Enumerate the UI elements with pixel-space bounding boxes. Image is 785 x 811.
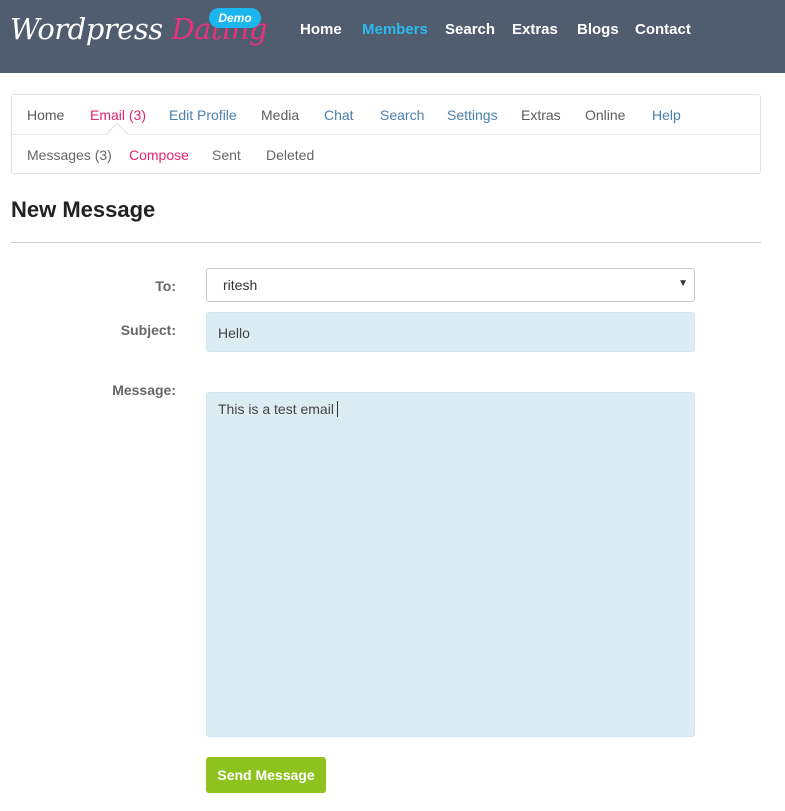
site-header: Wordpress Dating Demo Home Members Searc… [0,0,785,73]
send-message-button[interactable]: Send Message [206,757,326,793]
member-nav-extras[interactable]: Extras [521,107,561,123]
member-nav-media[interactable]: Media [261,107,299,123]
title-divider [11,242,761,243]
subject-input-value: Hello [218,325,250,341]
member-nav-help[interactable]: Help [652,107,681,123]
message-text: This is a test email [218,401,334,417]
to-label: To: [155,278,176,294]
member-nav-online[interactable]: Online [585,107,625,123]
page-title: New Message [11,197,156,222]
recipient-selected-value: ritesh [223,277,258,293]
topnav-members[interactable]: Members [362,21,428,41]
topnav-blogs[interactable]: Blogs [577,21,619,41]
email-nav-sent[interactable]: Sent [212,147,241,163]
message-textarea[interactable]: This is a test email [206,392,695,737]
member-nav-email[interactable]: Email (3) [90,107,146,123]
member-nav-edit-profile[interactable]: Edit Profile [169,107,237,123]
email-nav-compose[interactable]: Compose [129,147,189,163]
subject-input[interactable]: Hello [206,312,695,352]
text-cursor [336,401,338,417]
email-nav-messages[interactable]: Messages (3) [27,147,112,163]
active-tab-pointer [105,122,129,146]
member-nav-home[interactable]: Home [27,107,64,123]
dropdown-arrow-icon: ▼ [678,278,688,289]
member-navigation: Home Email (3) Edit Profile Media Chat S… [11,94,761,174]
message-textarea-value: This is a test email [218,401,338,417]
recipient-select[interactable]: ritesh ▼ [206,268,695,302]
member-nav-settings[interactable]: Settings [447,107,498,123]
logo-text-wordpress: Wordpress [10,12,163,46]
demo-badge: Demo [209,8,261,28]
topnav-extras[interactable]: Extras [512,21,558,41]
topnav-home[interactable]: Home [300,21,342,41]
subject-label: Subject: [120,322,176,338]
member-nav-search[interactable]: Search [380,107,424,123]
member-nav-chat[interactable]: Chat [324,107,354,123]
email-nav-deleted[interactable]: Deleted [266,147,314,163]
topnav-search[interactable]: Search [445,21,495,41]
topnav-contact[interactable]: Contact [635,21,691,41]
message-label: Message: [112,382,176,398]
